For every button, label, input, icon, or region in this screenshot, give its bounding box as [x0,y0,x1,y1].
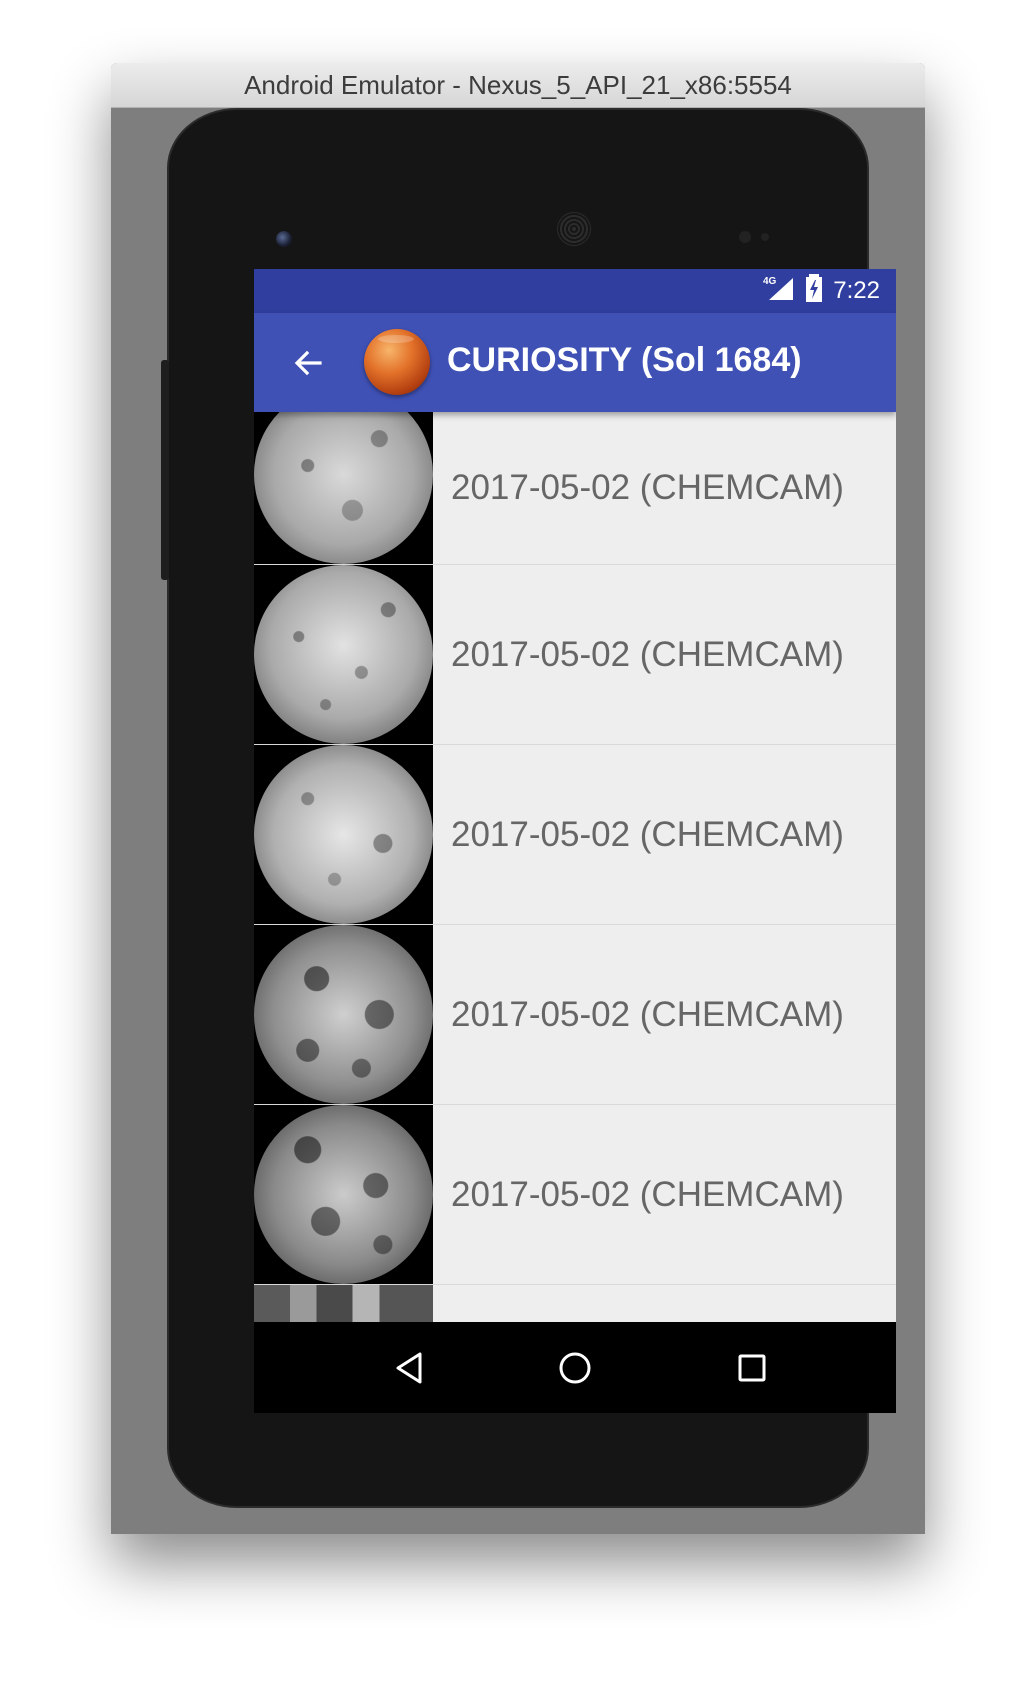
emulator-window: Android Emulator - Nexus_5_API_21_x86:55… [111,63,925,1534]
photo-thumbnail [254,412,433,564]
photo-thumbnail [254,1285,433,1322]
circle-home-icon [559,1352,591,1384]
photo-thumbnail [254,565,433,744]
list-item[interactable]: 2017-05-02 (CHEMCAM) [254,745,896,925]
signal-icon: 4G [763,274,797,309]
photo-label: 2017-05-02 (CHEMCAM) [451,1174,844,1214]
navigation-bar [254,1322,896,1413]
app-bar: CURIOSITY (Sol 1684) [254,313,896,412]
triangle-back-icon [396,1352,422,1384]
page-title: CURIOSITY (Sol 1684) [447,341,802,379]
list-item[interactable]: 2017-05-02 (CHEMCAM) [254,565,896,745]
photo-label: 2017-05-02 (CHEMCAM) [451,814,844,854]
photo-thumbnail [254,1105,433,1284]
square-recents-icon [738,1354,766,1382]
nav-back-button[interactable] [386,1344,434,1392]
proximity-sensor [739,231,751,243]
earpiece-speaker [557,212,591,246]
volume-button[interactable] [161,360,169,580]
list-item[interactable]: 2017-05-02 (CHEMCAM) [254,1105,896,1285]
arrow-left-icon [294,350,322,376]
network-type: 4G [763,276,777,287]
list-item[interactable]: 2017-05-02 (CHEMCAM) [254,412,896,565]
list-item[interactable] [254,1285,896,1322]
nav-recents-button[interactable] [728,1344,776,1392]
mars-planet-icon [364,329,430,395]
photo-thumbnail [254,925,433,1104]
front-camera [276,231,292,247]
photo-label: 2017-05-02 (CHEMCAM) [451,994,844,1034]
window-titlebar[interactable]: Android Emulator - Nexus_5_API_21_x86:55… [111,63,925,108]
photo-thumbnail [254,745,433,924]
list-item[interactable]: 2017-05-02 (CHEMCAM) [254,925,896,1105]
photo-list[interactable]: 2017-05-02 (CHEMCAM) 2017-05-02 (CHEMCAM… [254,412,896,1322]
nav-home-button[interactable] [551,1344,599,1392]
phone-frame: 4G 7:22 CURIOSITY (Sol 1684) 2017-05-02 … [161,108,896,1508]
light-sensor [761,233,769,241]
battery-icon [805,273,823,309]
photo-label: 2017-05-02 (CHEMCAM) [451,634,844,674]
status-time: 7:22 [833,277,880,304]
status-bar: 4G 7:22 [254,269,896,313]
back-button[interactable] [286,341,330,385]
window-title: Android Emulator - Nexus_5_API_21_x86:55… [244,69,792,100]
device-screen: 4G 7:22 CURIOSITY (Sol 1684) 2017-05-02 … [254,269,896,1413]
photo-label: 2017-05-02 (CHEMCAM) [451,468,844,507]
